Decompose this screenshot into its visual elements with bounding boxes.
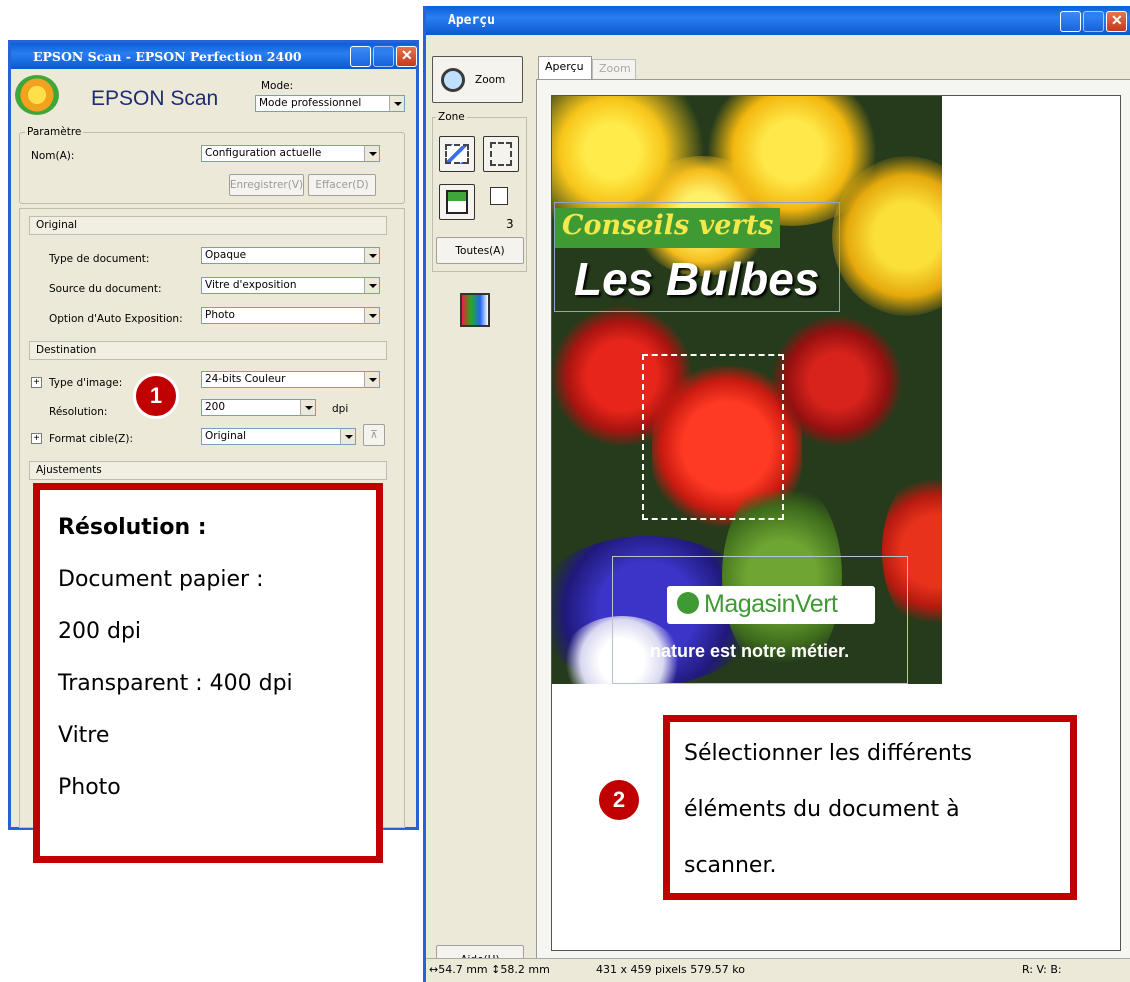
marquee-count: 3 [506, 217, 514, 231]
epson-window-title: EPSON Scan - EPSON Perfection 2400 [33, 48, 302, 64]
tab-zoom[interactable]: Zoom [592, 59, 636, 80]
title-marquee[interactable] [554, 202, 840, 312]
preview-window-title: Aperçu [448, 13, 495, 28]
doc-type-select[interactable]: Opaque [201, 247, 380, 264]
name-select-value: Configuration actuelle [205, 147, 322, 159]
callout-2-line: scanner. [684, 853, 777, 878]
tab-preview-label: Aperçu [545, 60, 584, 73]
tab-zoom-label: Zoom [599, 62, 631, 75]
status-width: ↔54.7 mm ↕58.2 mm [429, 963, 550, 976]
callout-1: Résolution : Document papier : 200 dpi T… [33, 483, 383, 863]
original-section-header: Original [29, 216, 387, 235]
zoom-button-label: Zoom [475, 73, 506, 86]
auto-exposure-label: Option d'Auto Exposition: [49, 313, 183, 325]
minimize-button[interactable] [1060, 11, 1081, 32]
expand-icon[interactable]: + [31, 377, 42, 388]
resolution-value: 200 [205, 401, 226, 413]
mode-select[interactable]: Mode professionnel [255, 95, 405, 112]
leaf-logo-icon [677, 592, 699, 614]
format-label: Format cible(Z): [49, 433, 133, 445]
status-rgb: R: V: B: [1022, 963, 1062, 976]
auto-locate-button[interactable] [439, 184, 475, 220]
poster-slogan: La nature est notre métier. [624, 641, 850, 661]
chevron-down-icon [300, 400, 315, 415]
status-height-value: 58.2 mm [500, 963, 550, 976]
chevron-down-icon [364, 146, 379, 161]
flower-marquee[interactable] [642, 354, 784, 520]
doc-source-label: Source du document: [49, 283, 162, 295]
status-width-value: 54.7 mm [438, 963, 488, 976]
zone-group-label: Zone [436, 111, 467, 123]
marquee-select-icon [445, 144, 469, 164]
image-type-label: Type d'image: [49, 377, 123, 389]
preview-titlebar[interactable]: Aperçu [426, 6, 1130, 35]
doc-source-select[interactable]: Vitre d'exposition [201, 277, 380, 294]
mode-label: Mode: [261, 80, 294, 92]
auto-exposure-select[interactable]: Photo [201, 307, 380, 324]
callout-1-line: 200 dpi [58, 619, 142, 644]
format-select[interactable]: Original [201, 428, 356, 445]
format-lock-button[interactable]: ⊼ [363, 424, 385, 446]
status-pixels: 431 x 459 pixels 579.57 ko [596, 963, 745, 976]
callout-1-line: Photo [58, 775, 121, 800]
save-settings-button[interactable]: Enregistrer(V) [229, 174, 304, 196]
chevron-down-icon [364, 248, 379, 263]
resolution-label: Résolution: [49, 406, 108, 418]
expand-icon[interactable]: + [31, 433, 42, 444]
resolution-unit: dpi [332, 403, 349, 415]
tab-preview[interactable]: Aperçu [538, 56, 592, 80]
maximize-button[interactable] [373, 46, 394, 67]
format-value: Original [205, 430, 247, 442]
resolution-select[interactable]: 200 [201, 399, 316, 416]
preview-image: Conseils verts Les Bulbes MagasinVert La… [552, 96, 942, 684]
chevron-down-icon [364, 278, 379, 293]
select-all-button[interactable]: Toutes(A) [436, 237, 524, 264]
chevron-down-icon [389, 96, 404, 111]
maximize-button[interactable] [1083, 11, 1104, 32]
close-button[interactable]: ✕ [1106, 11, 1127, 32]
callout-2-line: éléments du document à [684, 797, 960, 822]
delete-settings-button[interactable]: Effacer(D) [308, 174, 376, 196]
image-type-select[interactable]: 24-bits Couleur [201, 371, 380, 388]
chevron-down-icon [364, 372, 379, 387]
mode-select-value: Mode professionnel [259, 97, 362, 109]
name-select[interactable]: Configuration actuelle [201, 145, 380, 162]
height-arrows-icon: ↕ [491, 963, 501, 976]
copy-marquee-button[interactable] [483, 136, 519, 172]
auto-exposure-value: Photo [205, 309, 235, 321]
magnifier-icon [441, 67, 465, 92]
chevron-down-icon [364, 308, 379, 323]
histogram-magnifier-icon[interactable] [460, 293, 490, 327]
callout-1-line: Document papier : [58, 567, 264, 592]
marquee-count-icon [490, 187, 508, 205]
poster-brand: MagasinVert [704, 590, 838, 618]
doc-type-label: Type de document: [49, 253, 150, 265]
callout-1-line: Vitre [58, 723, 110, 748]
close-button[interactable]: ✕ [396, 46, 417, 67]
epson-logo-text: EPSON Scan [91, 87, 219, 110]
doc-source-value: Vitre d'exposition [205, 279, 297, 291]
minimize-button[interactable] [350, 46, 371, 67]
adjustments-section-header: Ajustements [29, 461, 387, 480]
epson-logo-icon [15, 75, 59, 115]
destination-section-header: Destination [29, 341, 387, 360]
width-arrows-icon: ↔ [429, 963, 439, 976]
marquee-tool-button[interactable] [439, 136, 475, 172]
param-group-label: Paramètre [25, 126, 84, 138]
callout-2-line: Sélectionner les différents [684, 741, 972, 766]
copy-marquee-icon [490, 142, 512, 166]
callout-1-line: Transparent : 400 dpi [58, 671, 293, 696]
chevron-down-icon [340, 429, 355, 444]
callout-2-badge: 2 [596, 777, 642, 823]
callout-1-heading: Résolution : [58, 515, 207, 540]
auto-locate-icon [446, 190, 468, 214]
doc-type-value: Opaque [205, 249, 247, 261]
image-type-value: 24-bits Couleur [205, 373, 286, 385]
select-all-label: Toutes(A) [455, 244, 505, 257]
name-label: Nom(A): [31, 150, 75, 162]
callout-1-badge: 1 [133, 373, 179, 419]
zoom-button[interactable]: Zoom [432, 56, 523, 103]
callout-2: Sélectionner les différents éléments du … [663, 715, 1077, 900]
